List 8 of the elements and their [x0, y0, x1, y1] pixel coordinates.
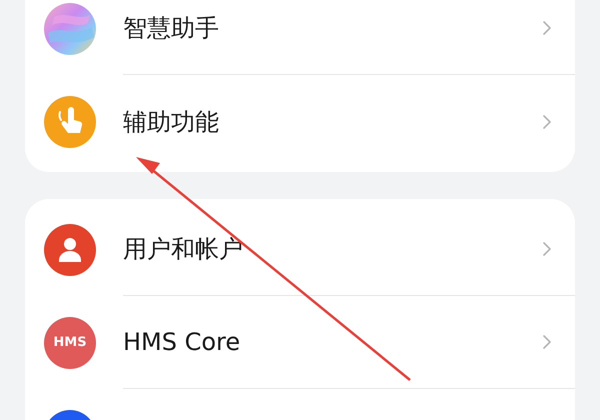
setting-label[interactable]: 智慧助手	[123, 10, 535, 46]
setting-label[interactable]: 用户和帐户	[123, 231, 535, 267]
app-logo: HMS	[44, 316, 96, 368]
orb-icon	[44, 2, 96, 54]
setting-label[interactable]: 辅助功能	[123, 104, 535, 140]
hand-icon	[44, 96, 96, 148]
person-icon	[44, 224, 96, 276]
setting-label[interactable]: HMS Core	[123, 324, 535, 360]
